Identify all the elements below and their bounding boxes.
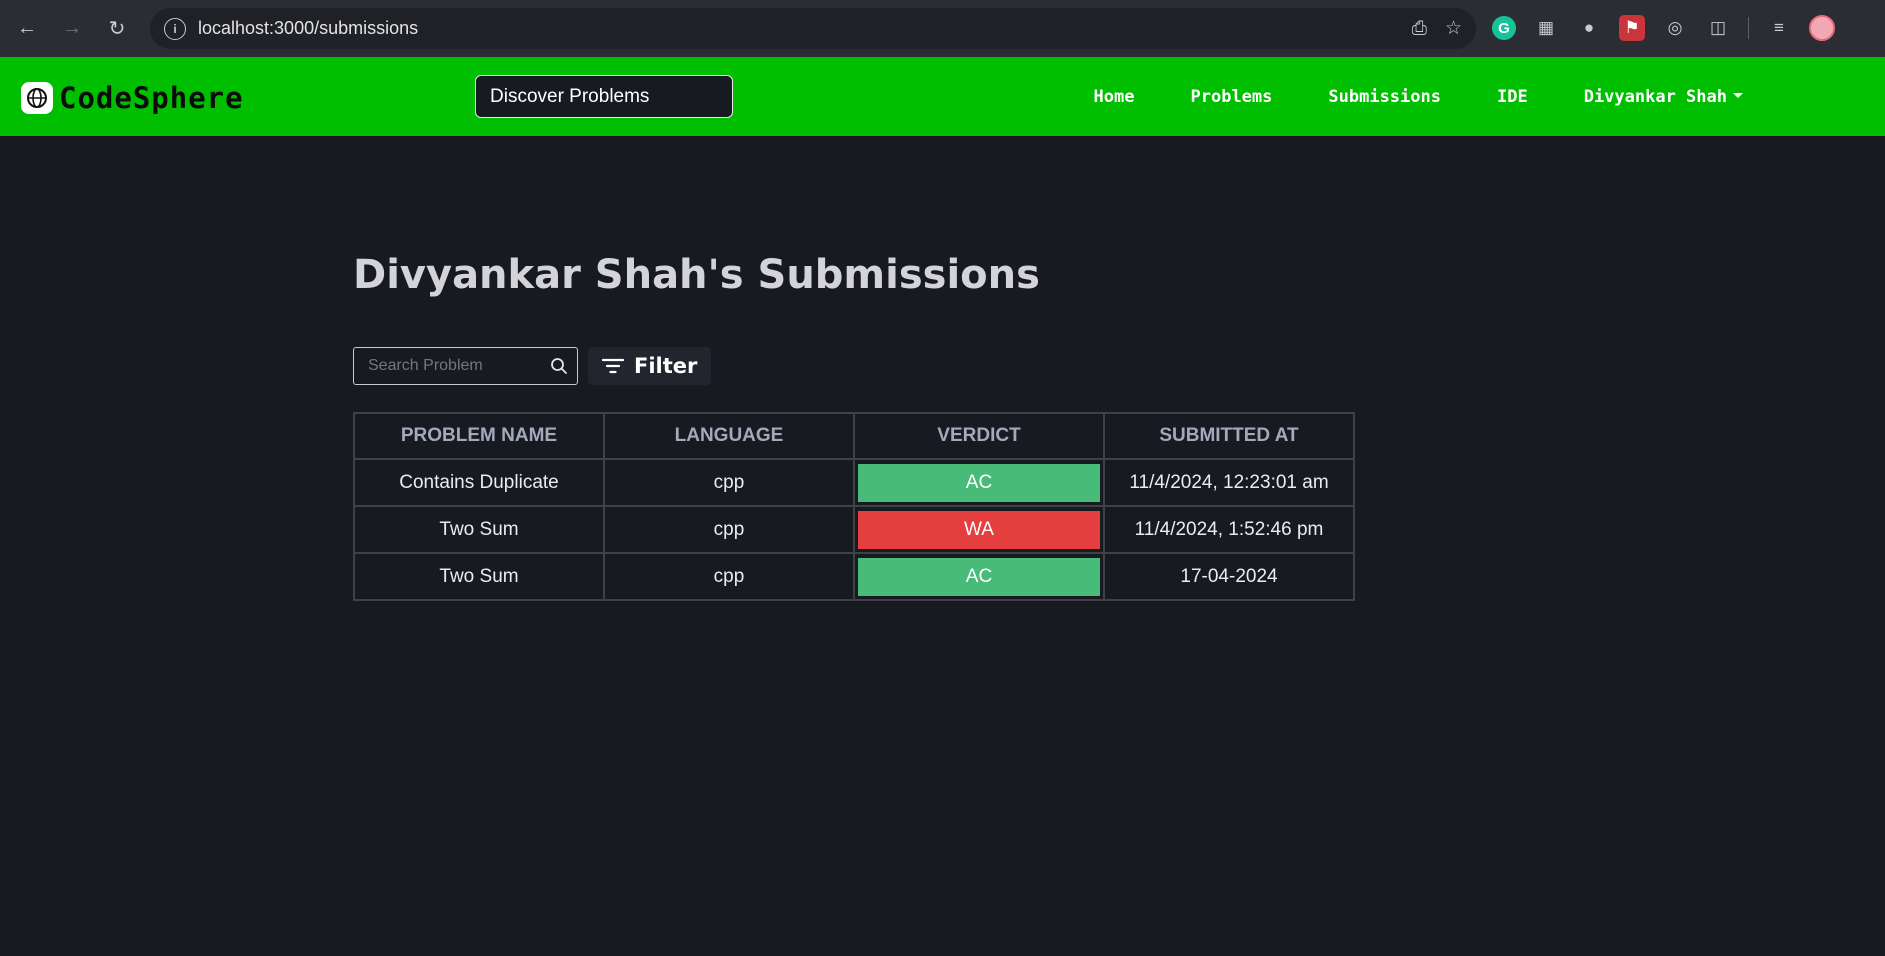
verdict-cell: AC (853, 552, 1105, 601)
profile-avatar-icon[interactable] (1809, 15, 1835, 41)
filter-label: Filter (634, 354, 698, 378)
site-info-icon[interactable]: i (164, 17, 186, 40)
problem-name-cell[interactable]: Two Sum (353, 552, 605, 601)
nav-link-ide[interactable]: IDE (1497, 87, 1528, 107)
language-cell: cpp (603, 458, 855, 507)
brand-name: CodeSphere (59, 81, 244, 115)
brand[interactable]: CodeSphere (21, 81, 244, 115)
table-row[interactable]: Two Sum cpp AC 17-04-2024 (353, 552, 1355, 601)
language-cell: cpp (603, 505, 855, 554)
submissions-table: Problem Name Language Verdict Submitted … (353, 412, 1355, 601)
bookmark-star-icon[interactable]: ☆ (1445, 17, 1462, 40)
install-app-icon[interactable]: ⎙ (1412, 18, 1427, 40)
reload-icon[interactable]: ↻ (101, 12, 133, 44)
back-arrow-icon[interactable]: ← (11, 12, 43, 44)
caret-down-icon (1733, 92, 1743, 98)
globe-logo-icon (21, 82, 53, 114)
search-icon[interactable] (550, 357, 568, 375)
extension-dot-icon[interactable]: ● (1576, 15, 1602, 41)
verdict-cell: WA (853, 505, 1105, 554)
reading-list-icon[interactable]: ≡ (1766, 15, 1792, 41)
forward-arrow-icon[interactable]: → (56, 12, 88, 44)
app-navbar: CodeSphere Discover Problems Home Proble… (0, 57, 1885, 136)
verdict-cell: AC (853, 458, 1105, 507)
extensions-puzzle-icon[interactable]: ◫ (1705, 15, 1731, 41)
url-text[interactable]: localhost:3000/submissions (198, 18, 418, 39)
submitted-at-cell: 17-04-2024 (1103, 552, 1355, 601)
problem-name-cell[interactable]: Two Sum (353, 505, 605, 554)
header-submitted-at[interactable]: Submitted At (1103, 412, 1355, 460)
verdict-badge: WA (858, 510, 1100, 549)
nav-links: Home Problems Submissions IDE Divyankar … (1094, 57, 1743, 136)
submitted-at-cell: 11/4/2024, 12:23:01 am (1103, 458, 1355, 507)
submissions-toolbar: Filter (353, 347, 712, 385)
address-bar[interactable]: i localhost:3000/submissions ⎙ ☆ (150, 8, 1476, 49)
discover-problems-button[interactable]: Discover Problems (475, 75, 733, 118)
nav-link-problems[interactable]: Problems (1191, 87, 1273, 107)
problem-name-cell[interactable]: Contains Duplicate (353, 458, 605, 507)
browser-toolbar: ← → ↻ i localhost:3000/submissions ⎙ ☆ G… (0, 0, 1885, 57)
extension-red-icon[interactable]: ⚑ (1619, 15, 1645, 41)
page-title: Divyankar Shah's Submissions (353, 252, 1040, 298)
user-dropdown[interactable]: Divyankar Shah (1584, 87, 1743, 107)
extension-target-icon[interactable]: ◎ (1662, 15, 1688, 41)
user-name: Divyankar Shah (1583, 86, 1727, 107)
table-row[interactable]: Two Sum cpp WA 11/4/2024, 1:52:46 pm (353, 505, 1355, 554)
language-cell: cpp (603, 552, 855, 601)
header-language[interactable]: Language (603, 412, 855, 460)
nav-link-home[interactable]: Home (1094, 87, 1135, 107)
grammarly-extension-icon[interactable]: G (1492, 16, 1516, 40)
table-row[interactable]: Contains Duplicate cpp AC 11/4/2024, 12:… (353, 458, 1355, 507)
search-input[interactable] (366, 356, 550, 376)
search-box (353, 347, 578, 385)
header-problem-name[interactable]: Problem Name (353, 412, 605, 460)
extension-bars-icon[interactable]: ▦ (1533, 15, 1559, 41)
verdict-badge: AC (858, 463, 1100, 502)
header-verdict[interactable]: Verdict (853, 412, 1105, 460)
filter-button[interactable]: Filter (588, 347, 712, 385)
toolbar-divider (1748, 17, 1749, 39)
verdict-badge: AC (858, 557, 1100, 596)
filter-icon (602, 358, 624, 374)
nav-link-submissions[interactable]: Submissions (1328, 87, 1441, 107)
table-header-row: Problem Name Language Verdict Submitted … (353, 412, 1355, 460)
submitted-at-cell: 11/4/2024, 1:52:46 pm (1103, 505, 1355, 554)
